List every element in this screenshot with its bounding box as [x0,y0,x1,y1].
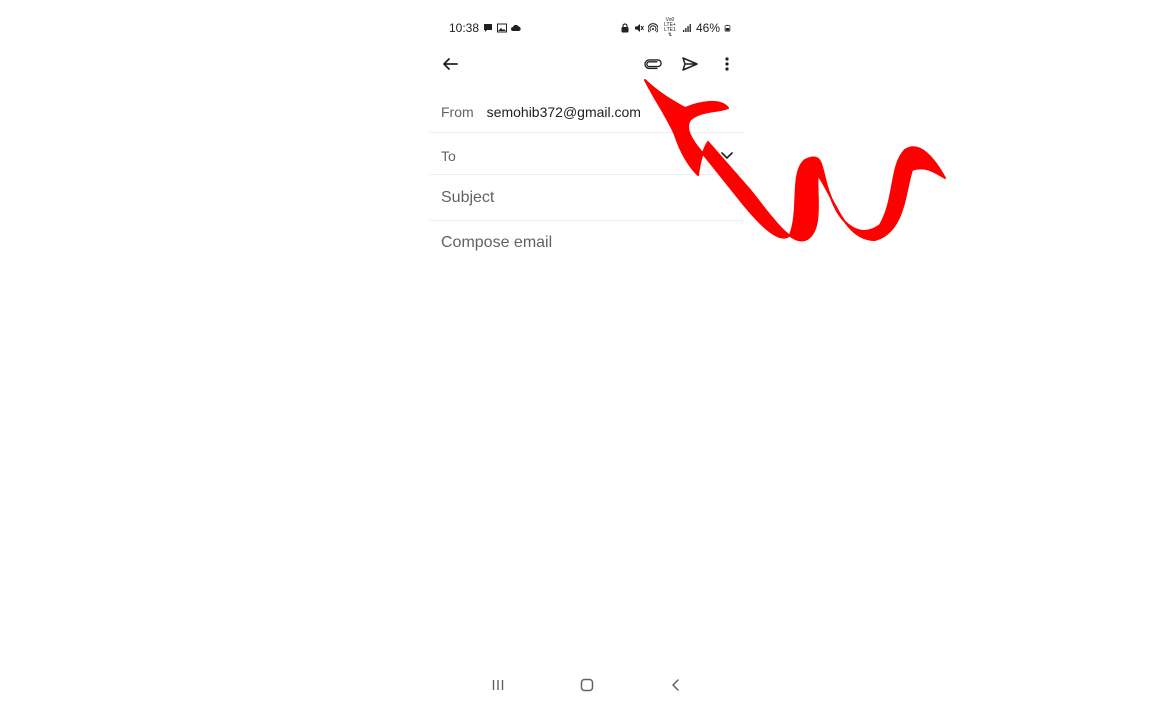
divider [430,132,744,133]
status-bar: 10:38 Vo0 LTE+ LTE1 ⇅ 46% [449,18,731,38]
image-icon [497,23,508,33]
send-button[interactable] [678,52,702,76]
network-label-bottom: LTE1 ⇅ [664,27,676,38]
subject-input[interactable] [441,187,731,209]
status-time: 10:38 [449,21,480,35]
lock-icon [621,23,629,33]
attachment-icon [644,59,662,70]
hotspot-icon [647,23,658,33]
cloud-icon [511,24,521,31]
from-field[interactable]: From semohib372@gmail.com [430,100,744,124]
status-bar-left: 10:38 [449,21,521,35]
battery-percent: 46% [695,21,720,35]
status-bar-right: Vo0 LTE+ LTE1 ⇅ 46% [620,18,731,38]
to-label: To [441,148,456,164]
from-label: From [441,104,474,120]
signal-icon [682,24,691,32]
back-icon [672,679,679,691]
recents-button[interactable] [485,672,511,698]
back-button[interactable] [438,52,462,76]
compose-body-input[interactable] [441,232,731,254]
mute-icon [634,24,644,32]
divider [430,174,744,175]
home-icon [580,678,594,692]
compose-app-bar [430,50,742,80]
chevron-down-icon [721,152,733,160]
back-arrow-icon [443,58,458,70]
attach-button[interactable] [641,52,665,76]
phone-screen: 10:38 Vo0 LTE+ LTE1 ⇅ 46% From semohib37… [0,0,1175,720]
divider [430,220,744,221]
from-value[interactable]: semohib372@gmail.com [487,104,641,120]
to-field[interactable]: To [430,144,744,168]
nav-back-button[interactable] [663,672,689,698]
more-options-button[interactable] [715,52,739,76]
expand-recipients-button[interactable] [718,147,736,165]
home-button[interactable] [574,672,600,698]
battery-icon [724,24,731,32]
message-icon [484,24,493,32]
recents-icon [492,680,504,690]
system-nav-bar [430,672,744,698]
more-vert-icon [725,57,729,71]
network-label: Vo0 LTE+ LTE1 ⇅ [662,18,678,38]
send-icon [682,57,698,71]
